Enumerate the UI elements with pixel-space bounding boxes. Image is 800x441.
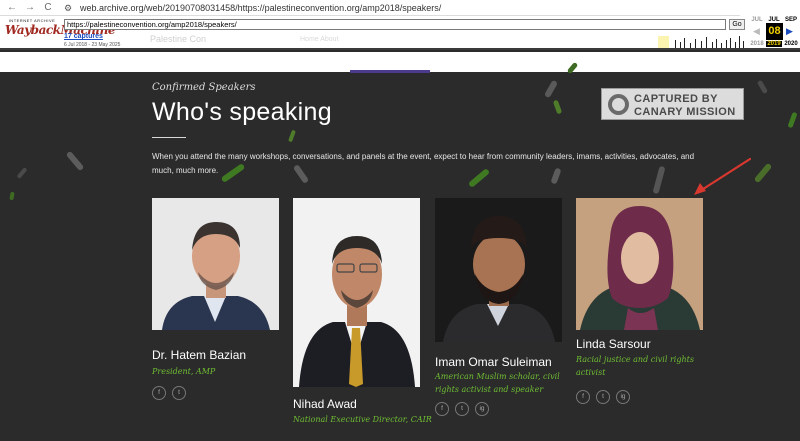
twitter-icon[interactable]: t — [596, 390, 610, 404]
calendar-prev-year[interactable]: 2018 — [749, 41, 765, 47]
header-accent — [350, 70, 430, 73]
captures-link[interactable]: 17 captures — [64, 33, 103, 40]
forward-arrow-icon[interactable]: → — [24, 2, 36, 14]
section-intro: When you attend the many workshops, conv… — [152, 152, 695, 175]
calendar-next-month[interactable]: SEP — [783, 17, 799, 23]
confetti — [753, 162, 773, 184]
capture-sparkline[interactable]: Palestine Con Home About — [150, 32, 750, 48]
sparkline-bar — [739, 36, 740, 48]
section-eyebrow: Confirmed Speakers — [152, 82, 256, 93]
twitter-icon[interactable]: t — [455, 402, 469, 416]
sparkline-bar — [675, 40, 676, 48]
speaker-social-links: f t — [152, 386, 186, 400]
sparkline-bar — [684, 38, 685, 48]
sparkline-bar — [721, 43, 722, 48]
facebook-icon[interactable]: f — [435, 402, 449, 416]
speaker-photo[interactable] — [293, 198, 420, 387]
ghost-site-nav: Home About — [300, 36, 339, 43]
sparkline-bar — [716, 39, 717, 48]
canary-seal-icon — [608, 94, 629, 115]
wayback-logo-main: WaybackMachine — [5, 23, 115, 37]
reload-icon[interactable]: C — [42, 2, 54, 14]
capture-calendar: JUL JUL SEP ◀ 08 ▶ 2018 2019 2020 — [749, 16, 800, 50]
capture-date-range: 6 Jul 2018 - 23 May 2025 — [64, 42, 121, 48]
instagram-icon[interactable]: ig — [616, 390, 630, 404]
speaker-card-nihad-awad[interactable]: Nihad Awad National Executive Director, … — [293, 198, 432, 424]
sparkline-bar — [701, 41, 702, 48]
twitter-icon[interactable]: t — [172, 386, 186, 400]
site-header-strip — [0, 52, 800, 73]
confetti — [552, 99, 563, 115]
speaker-role: National Executive Director, CAIR — [293, 415, 432, 424]
speaker-photo[interactable] — [435, 198, 562, 342]
facebook-icon[interactable]: f — [576, 390, 590, 404]
speaker-card-linda-sarsour[interactable]: Linda Sarsour Racial justice and civil r… — [576, 198, 703, 404]
sparkline-bar — [680, 42, 681, 48]
speaker-social-links: f t ig — [435, 402, 489, 416]
calendar-current-day: 08 — [766, 23, 783, 40]
browser-url[interactable]: web.archive.org/web/20190708031458/https… — [80, 3, 441, 13]
wayback-logo[interactable]: INTERNET ARCHIVE WaybackMachine — [5, 18, 115, 48]
sparkline-bar — [743, 41, 744, 48]
sparkline-bar — [712, 42, 713, 48]
archived-page: Confirmed Speakers Who's speaking When y… — [0, 52, 800, 441]
stamp-line-2: CANARY MISSION — [634, 106, 736, 118]
calendar-next-arrow-icon[interactable]: ▶ — [786, 26, 793, 37]
wayback-go-button[interactable]: Go — [729, 19, 745, 30]
facebook-icon[interactable]: f — [152, 386, 166, 400]
sparkline-bar — [690, 43, 691, 48]
speaker-photo[interactable] — [576, 198, 703, 330]
site-info-icon[interactable]: ⚙ — [64, 3, 74, 13]
calendar-prev-month[interactable]: JUL — [749, 17, 765, 23]
confetti — [787, 111, 798, 129]
speaker-name: Dr. Hatem Bazian — [152, 348, 247, 362]
title-underline — [152, 137, 186, 138]
speaker-role: President, AMP — [152, 367, 216, 376]
speaker-name: Linda Sarsour — [576, 337, 651, 351]
confetti — [756, 79, 769, 95]
canary-mission-stamp: CAPTURED BY CANARY MISSION — [601, 88, 744, 120]
sparkline-bar — [695, 39, 696, 48]
wayback-url-input[interactable]: https://palestineconvention.org/amp2018/… — [64, 19, 726, 30]
instagram-icon[interactable]: ig — [475, 402, 489, 416]
stamp-line-1: CAPTURED BY — [634, 93, 718, 105]
sparkline-bar — [706, 37, 707, 48]
sparkline-highlight — [658, 36, 669, 48]
annotation-arrow-icon — [694, 157, 752, 195]
speaker-role: American Muslim scholar, civil rights ac… — [435, 372, 560, 394]
sparkline-bar — [726, 40, 727, 48]
confetti — [9, 191, 15, 201]
back-arrow-icon[interactable]: ← — [6, 2, 18, 14]
confetti — [543, 79, 559, 99]
speaker-name: Nihad Awad — [293, 397, 357, 411]
confetti — [65, 150, 85, 172]
calendar-current-year: 2019 — [766, 41, 782, 47]
speaker-card-omar-suleiman[interactable]: Imam Omar Suleiman American Muslim schol… — [435, 198, 562, 416]
browser-menu-area — [740, 0, 800, 16]
sparkline-bar — [730, 38, 731, 48]
calendar-next-year[interactable]: 2020 — [783, 41, 799, 47]
wayback-toolbar: INTERNET ARCHIVE WaybackMachine https://… — [0, 16, 800, 50]
sparkline-bar — [735, 42, 736, 48]
speaker-name: Imam Omar Suleiman — [435, 355, 552, 369]
speaker-photo[interactable] — [152, 198, 279, 330]
browser-address-bar: ← → C ⚙ web.archive.org/web/201907080314… — [0, 0, 800, 16]
ghost-site-title: Palestine Con — [150, 34, 207, 44]
page-title: Who's speaking — [152, 98, 332, 126]
calendar-prev-arrow-icon[interactable]: ◀ — [753, 26, 760, 37]
speaker-role: Racial justice and civil rights activist — [576, 355, 694, 377]
confetti — [16, 167, 28, 179]
confetti — [288, 129, 296, 143]
speaker-card-hatem-bazian[interactable]: Dr. Hatem Bazian President, AMP f t — [152, 198, 279, 400]
speaker-social-links: f t ig — [576, 390, 630, 404]
